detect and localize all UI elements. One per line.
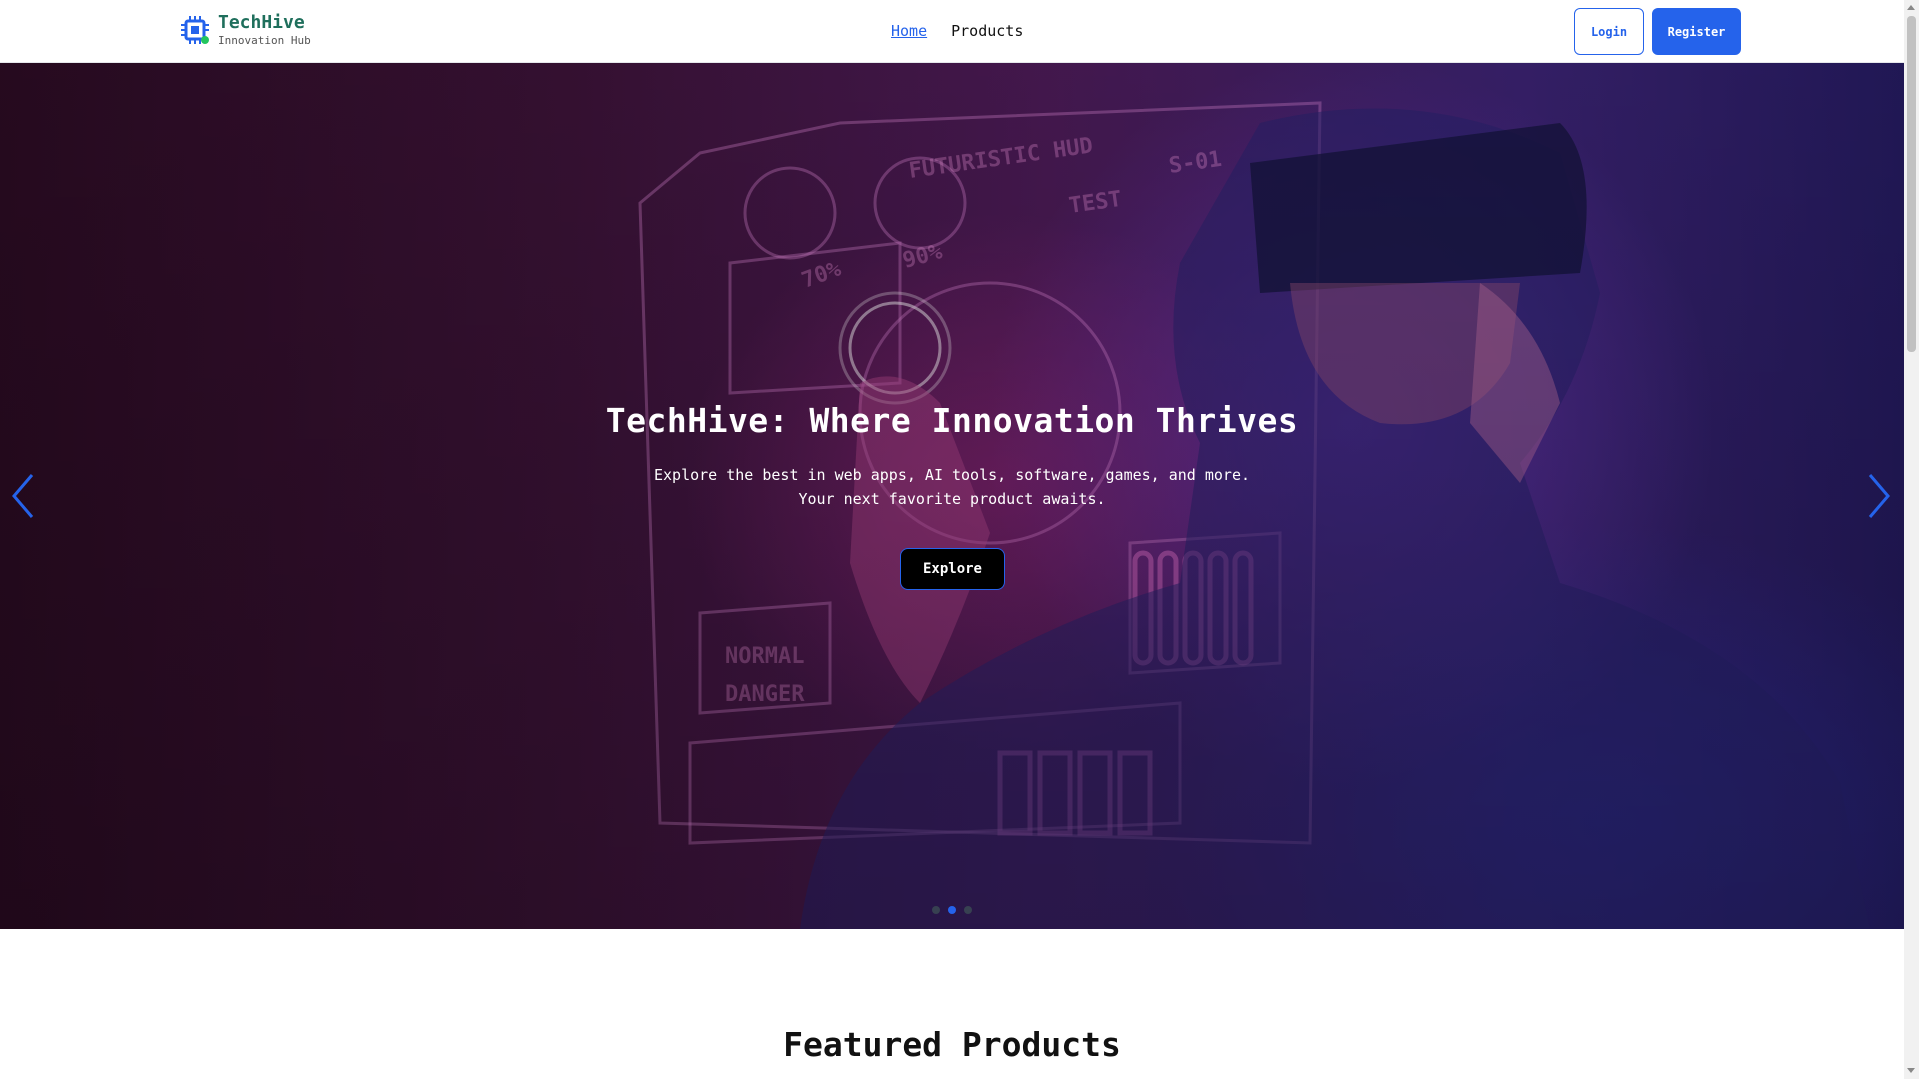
login-button[interactable]: Login xyxy=(1574,8,1644,55)
hero-subtitle-line-2: Your next favorite product awaits. xyxy=(798,490,1106,508)
chevron-right-icon[interactable] xyxy=(1864,471,1894,521)
chevron-left-icon[interactable] xyxy=(8,471,38,521)
register-button[interactable]: Register xyxy=(1652,8,1741,55)
scroll-up-arrow-icon[interactable] xyxy=(1907,5,1915,10)
page: TechHive Innovation Hub Home Products Lo… xyxy=(0,0,1919,1079)
nav-link-home[interactable]: Home xyxy=(891,22,927,40)
carousel-dot-3[interactable] xyxy=(964,906,972,914)
chip-icon xyxy=(181,16,209,44)
brand-logo[interactable]: TechHive Innovation Hub xyxy=(178,13,311,47)
scrollbar-thumb[interactable] xyxy=(1907,16,1916,352)
brand-tagline: Innovation Hub xyxy=(218,34,311,47)
page-scrollbar[interactable] xyxy=(1904,0,1919,1079)
hero-subtitle: Explore the best in web apps, AI tools, … xyxy=(652,463,1252,511)
scroll-down-arrow-icon[interactable] xyxy=(1907,1068,1915,1073)
carousel-dot-2[interactable] xyxy=(948,906,956,914)
hero-subtitle-line-1: Explore the best in web apps, AI tools, … xyxy=(653,466,1251,484)
hero-title: TechHive: Where Innovation Thrives xyxy=(605,401,1299,440)
hero-carousel: FUTURISTIC HUD TEST S-01 70% 90% NORMAL … xyxy=(0,63,1904,929)
featured-products-heading: Featured Products xyxy=(783,1025,1121,1064)
nav-link-products[interactable]: Products xyxy=(951,22,1023,40)
carousel-indicators xyxy=(932,906,972,914)
brand-name: TechHive xyxy=(218,12,305,33)
main-nav: Home Products xyxy=(891,22,1023,40)
explore-button[interactable]: Explore xyxy=(900,548,1005,590)
brand-text: TechHive Innovation Hub xyxy=(218,12,311,47)
navbar: TechHive Innovation Hub Home Products Lo… xyxy=(0,0,1904,63)
carousel-dot-1[interactable] xyxy=(932,906,940,914)
